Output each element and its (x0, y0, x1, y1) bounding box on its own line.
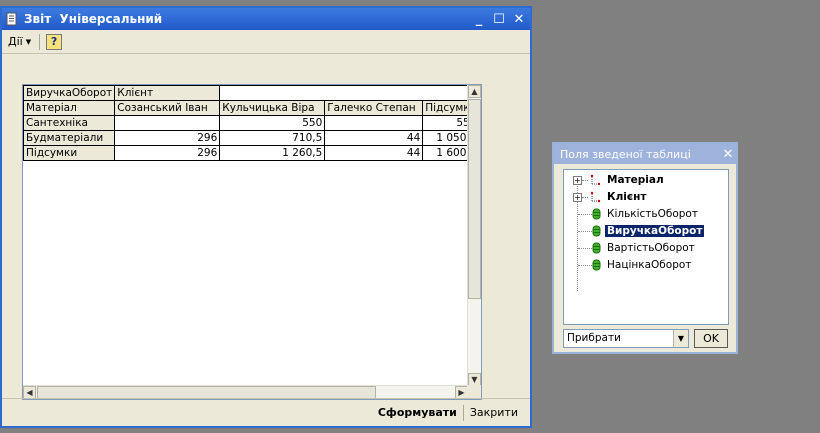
toolbar-separator (39, 33, 41, 50)
tree-node-label: ВартістьОборот (607, 242, 695, 254)
tree-node-label: КількістьОборот (607, 208, 698, 220)
table-cell[interactable]: 550 (219, 115, 326, 131)
dimension-icon (589, 174, 601, 186)
scrollbar-corner (467, 385, 481, 399)
table-cell[interactable]: 296 (114, 130, 221, 146)
table-cell[interactable] (324, 115, 424, 131)
title-bar[interactable]: Звіт Універсальний _ ☐ ✕ (2, 8, 530, 30)
table-cell[interactable]: 296 (114, 145, 221, 161)
report-window: Звіт Універсальний _ ☐ ✕ Дії ▼ ? Виручка… (0, 6, 532, 428)
pivot-table: ВиручкаОборот Клієнт Матеріал Созанський… (22, 85, 479, 161)
tree-node-resource[interactable]: ВиручкаОборот (592, 223, 705, 239)
pivot-fields-panel: Поля зведеної таблиці ✕ + Матеріал + Клі… (552, 142, 738, 354)
pivot-columns-row: Матеріал Созанський Іван Кульчицька Віра… (22, 100, 479, 116)
pivot-corner[interactable]: ВиручкаОборот (22, 85, 116, 101)
dropdown-arrow-icon: ▼ (25, 37, 32, 46)
maximize-button[interactable]: ☐ (490, 11, 508, 27)
expand-icon[interactable]: + (573, 176, 582, 185)
vertical-scrollbar[interactable]: ▲ ▼ (467, 85, 481, 386)
table-row: Підсумки 296 1 260,5 44 1 600,5 (22, 145, 479, 161)
action-select-value: Прибрати (567, 332, 621, 344)
row-header[interactable]: Будматеріали (22, 130, 116, 146)
row-header[interactable]: Сантехніка (22, 115, 116, 131)
table-row: Будматеріали 296 710,5 44 1 050,5 (22, 130, 479, 146)
close-button[interactable]: ✕ (510, 11, 528, 27)
tree-node-resource[interactable]: ВартістьОборот (592, 240, 697, 256)
fields-tree[interactable]: + Матеріал + Клієнт КількістьОборот Виру… (563, 169, 729, 325)
window-title: Звіт Універсальний (24, 12, 163, 26)
tree-node-label: Клієнт (607, 191, 647, 203)
actions-menu-label: Дії (8, 35, 23, 48)
column-header[interactable]: Созанський Іван (114, 100, 221, 116)
tree-connector (578, 214, 592, 215)
tree-node-dimension[interactable]: Матеріал (589, 172, 666, 188)
pivot-header-blank (219, 85, 479, 101)
table-cell[interactable]: 44 (324, 145, 424, 161)
horizontal-scrollbar[interactable]: ◀ ▶ (23, 385, 468, 399)
tree-node-label: НацінкаОборот (607, 259, 692, 271)
table-cell[interactable] (114, 115, 221, 131)
generate-button[interactable]: Сформувати (372, 403, 463, 423)
vertical-scroll-thumb[interactable] (468, 99, 481, 299)
tree-connector (578, 265, 592, 266)
column-header[interactable]: Кульчицька Віра (219, 100, 326, 116)
table-cell[interactable]: 44 (324, 130, 424, 146)
tree-node-resource[interactable]: КількістьОборот (592, 206, 700, 222)
resource-icon (592, 225, 601, 237)
report-icon (5, 12, 19, 26)
tree-connector (582, 197, 588, 198)
panel-actions: Прибрати ▼ OK (563, 328, 733, 348)
tree-node-dimension[interactable]: Клієнт (589, 189, 648, 205)
panel-close-button[interactable]: ✕ (720, 147, 736, 162)
panel-title: Поля зведеної таблиці (560, 147, 691, 161)
tree-node-resource[interactable]: НацінкаОборот (592, 257, 693, 273)
pivot-column-field[interactable]: Клієнт (114, 85, 221, 101)
close-report-button[interactable]: Закрити (464, 403, 524, 423)
actions-menu[interactable]: Дії ▼ (5, 33, 34, 51)
tree-node-label: Матеріал (607, 174, 664, 186)
resource-icon (592, 208, 601, 220)
toolbar: Дії ▼ ? (2, 30, 530, 54)
chevron-down-icon[interactable]: ▼ (673, 329, 688, 347)
tree-connector (578, 231, 592, 232)
scroll-up-icon[interactable]: ▲ (468, 85, 481, 98)
help-button[interactable]: ? (46, 33, 63, 50)
pivot-table-area[interactable]: ВиручкаОборот Клієнт Матеріал Созанський… (22, 84, 482, 400)
tree-connector (578, 248, 592, 249)
column-header[interactable]: Галечко Степан (324, 100, 424, 116)
pivot-header-row: ВиручкаОборот Клієнт (22, 85, 479, 101)
action-select[interactable]: Прибрати ▼ (563, 328, 689, 348)
tree-connector (582, 180, 588, 181)
resource-icon (592, 259, 601, 271)
row-header[interactable]: Підсумки (22, 145, 116, 161)
resource-icon (592, 242, 601, 254)
panel-title-bar[interactable]: Поля зведеної таблиці ✕ (554, 144, 736, 164)
dimension-icon (589, 191, 601, 203)
pivot-row-field[interactable]: Матеріал (22, 100, 116, 116)
minimize-button[interactable]: _ (470, 11, 488, 27)
expand-icon[interactable]: + (573, 193, 582, 202)
footer-bar: Сформувати Закрити (2, 398, 530, 426)
ok-button[interactable]: OK (694, 328, 728, 348)
table-cell[interactable]: 1 260,5 (219, 145, 326, 161)
table-row: Сантехніка 550 550 (22, 115, 479, 131)
table-cell[interactable]: 710,5 (219, 130, 326, 146)
tree-node-label-selected: ВиручкаОборот (605, 225, 705, 237)
